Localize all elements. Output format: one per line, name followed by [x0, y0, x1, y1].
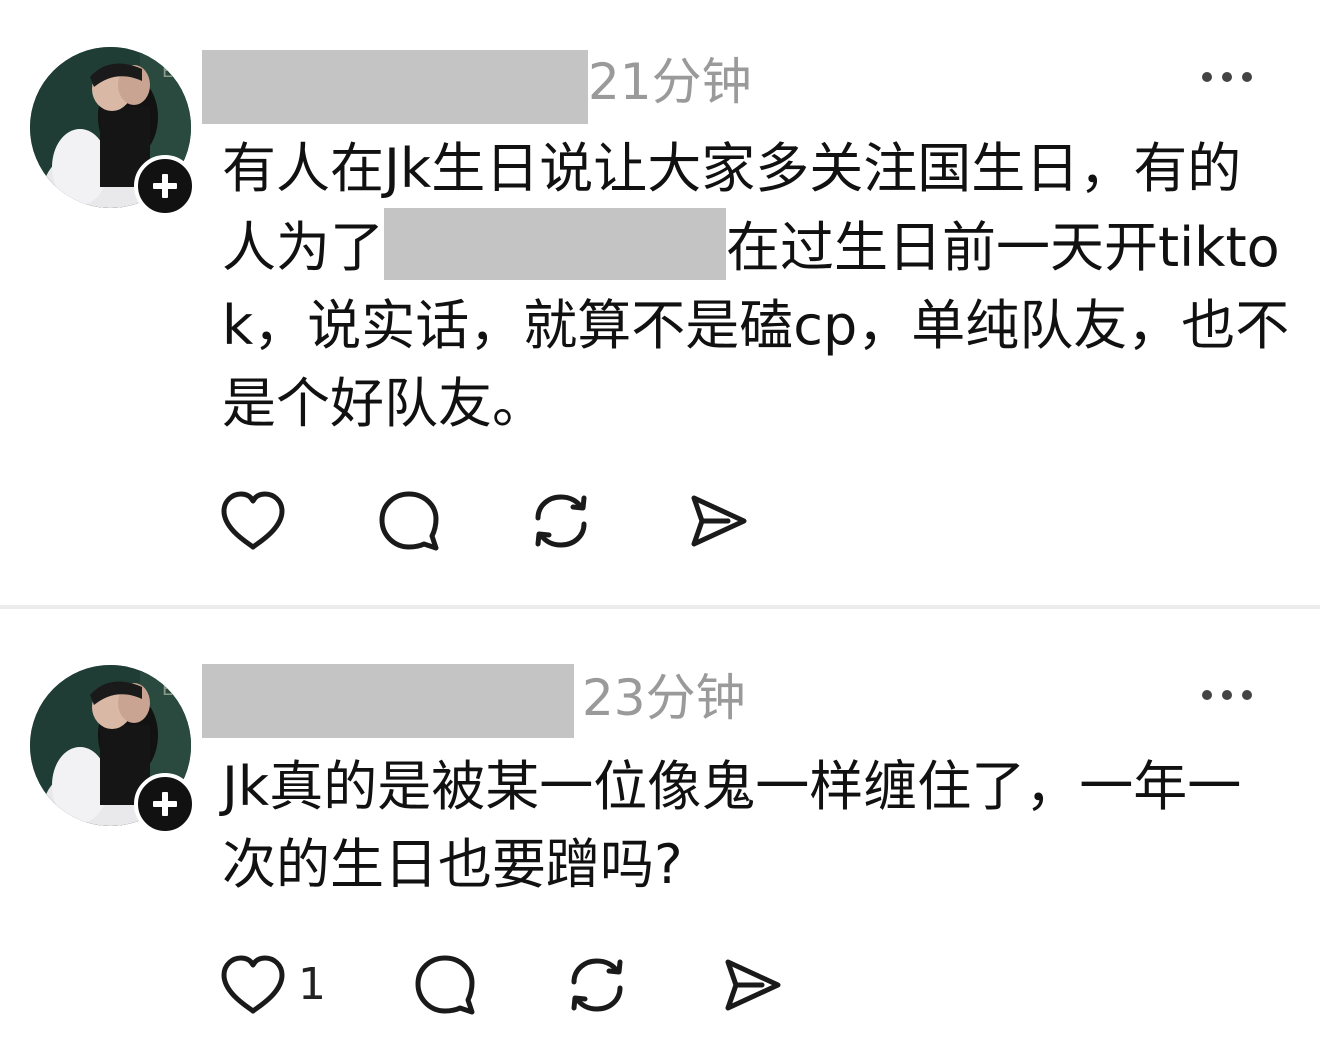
divider — [0, 605, 1320, 609]
follow-button[interactable] — [134, 155, 196, 217]
more-dots-icon — [1202, 690, 1252, 700]
timestamp: 23分钟 — [582, 669, 746, 727]
plus-icon — [153, 792, 177, 816]
inline-redaction — [384, 208, 726, 280]
heart-icon — [221, 955, 285, 1014]
more-dots-icon — [1202, 72, 1252, 82]
more-options-button[interactable] — [1194, 680, 1260, 710]
heart-icon — [221, 491, 285, 550]
follow-button[interactable] — [134, 773, 196, 835]
plus-icon — [153, 174, 177, 198]
post: E 21分钟 有人在Jk生日说让大家多关注国生日，有的人为了 在过生日前一天开ti… — [0, 0, 1320, 605]
comment-bubble-icon — [379, 491, 439, 551]
comment-button[interactable] — [376, 488, 442, 554]
username-redacted — [202, 50, 588, 124]
share-button[interactable] — [684, 488, 750, 554]
send-icon — [725, 959, 781, 1011]
comment-button[interactable] — [412, 952, 478, 1018]
repost-button[interactable] — [564, 952, 630, 1018]
post: E 23分钟 Jk真的是被某一位像鬼一样缠住了，一年一次的生日也要蹭吗? 1 — [0, 612, 1320, 1061]
repost-button[interactable] — [528, 488, 594, 554]
like-count: 1 — [298, 959, 326, 1010]
timestamp: 21分钟 — [588, 53, 752, 111]
like-button[interactable] — [218, 489, 288, 553]
username-redacted — [202, 664, 574, 738]
more-options-button[interactable] — [1194, 62, 1260, 92]
svg-text:E: E — [162, 61, 173, 82]
comment-bubble-icon — [415, 955, 475, 1015]
post-text: Jk真的是被某一位像鬼一样缠住了，一年一次的生日也要蹭吗? — [222, 755, 1242, 896]
action-bar: 1 — [218, 950, 784, 1020]
send-icon — [691, 495, 747, 547]
like-button[interactable]: 1 — [218, 953, 326, 1017]
repost-icon — [571, 958, 623, 1012]
post-text: 有人在Jk生日说让大家多关注国生日，有的人为了 在过生日前一天开tiktok，说实… — [222, 130, 1292, 443]
share-button[interactable] — [718, 952, 784, 1018]
repost-icon — [535, 494, 587, 548]
svg-text:E: E — [162, 679, 173, 700]
action-bar — [218, 486, 750, 556]
